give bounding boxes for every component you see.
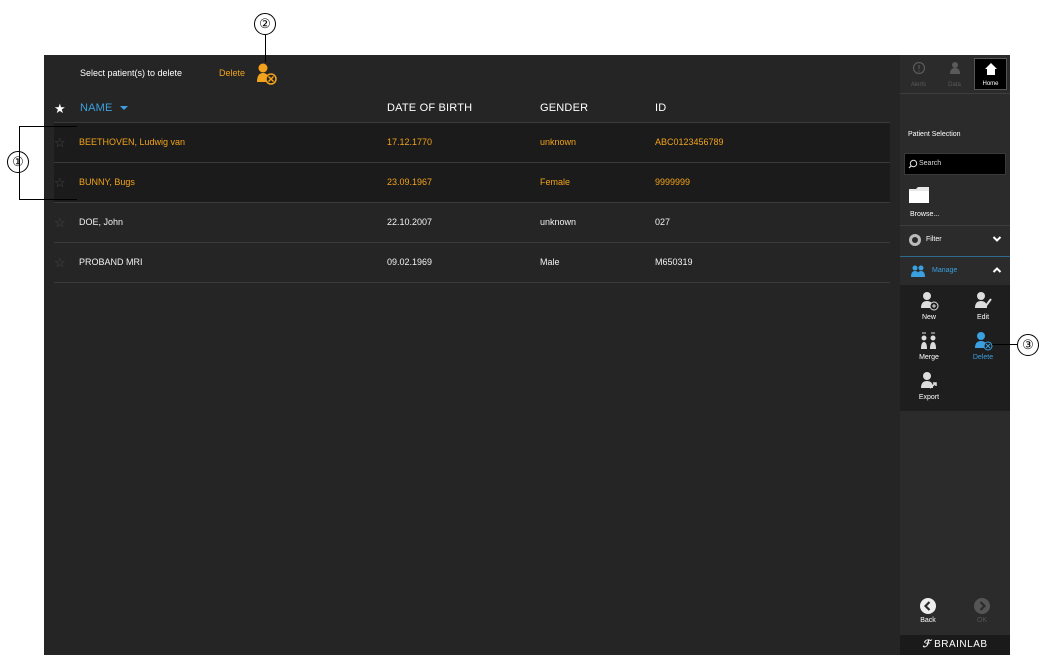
callout-2-leader — [265, 35, 266, 62]
back-button[interactable]: Back — [916, 597, 940, 624]
edit-patient-button[interactable]: Edit — [968, 291, 998, 321]
delete-mode-bar: Select patient(s) to delete Delete — [44, 55, 900, 93]
callout-3-leader — [992, 344, 1017, 345]
delete-action-label[interactable]: Delete — [219, 68, 245, 78]
sidebar: Alerts Data Home Patient Selection Searc… — [900, 55, 1010, 655]
delete-patient-button[interactable]: Delete — [968, 331, 998, 361]
table-row[interactable]: ☆ DOE, John 22.10.2007 unknown 027 — [54, 203, 890, 243]
home-icon — [984, 63, 997, 75]
table-row[interactable]: ☆ PROBAND MRI 09.02.1969 Male M650319 — [54, 243, 890, 283]
merge-patients-icon — [921, 332, 936, 349]
export-patient-button[interactable]: Export — [914, 371, 944, 401]
callout-1-bracket — [19, 126, 20, 200]
forward-arrow-icon — [974, 598, 990, 614]
favorite-column-star-icon[interactable]: ★ — [54, 101, 66, 117]
patient-gender: Female — [540, 177, 571, 187]
callout-1-bracket — [19, 126, 77, 127]
row-divider — [54, 282, 890, 283]
table-row[interactable]: ☆ BUNNY, Bugs 23.09.1967 Female 9999999 — [54, 163, 890, 203]
patient-dob: 23.09.1967 — [387, 177, 433, 187]
bottom-navigation: Back OK — [900, 592, 1010, 632]
delete-patient-icon[interactable] — [254, 62, 278, 91]
brainlab-logo: ℱ BRAINLAB — [900, 635, 1010, 655]
patient-name: PROBAND MRI — [79, 257, 143, 267]
patient-id: 027 — [655, 217, 671, 227]
filter-icon — [909, 234, 921, 246]
tab-home[interactable]: Home — [974, 58, 1007, 90]
callout-1-bracket — [19, 199, 77, 200]
callout-3: ③ — [1017, 334, 1039, 356]
patient-id: 9999999 — [655, 177, 691, 187]
callout-1: ① — [7, 151, 29, 173]
favorite-star-icon[interactable]: ☆ — [54, 255, 66, 271]
callout-2: ② — [254, 13, 276, 35]
browse-button[interactable]: Browse... — [908, 185, 939, 218]
patient-id: ABC0123456789 — [655, 137, 724, 147]
delete-prompt: Select patient(s) to delete — [80, 68, 183, 78]
divider — [900, 93, 1010, 94]
patient-name: DOE, John — [79, 217, 124, 227]
column-header-dob[interactable]: DATE OF BIRTH — [387, 102, 472, 114]
manage-toggle[interactable]: Manage — [900, 256, 1010, 285]
patient-gender: unknown — [540, 217, 577, 227]
column-header-name[interactable]: NAME — [80, 102, 129, 114]
folder-icon — [909, 187, 929, 203]
patient-dob: 22.10.2007 — [387, 217, 433, 227]
patient-data-icon — [949, 62, 960, 74]
column-header-id[interactable]: ID — [655, 102, 666, 114]
edit-patient-icon — [975, 292, 992, 308]
new-patient-button[interactable]: New — [914, 291, 944, 321]
filter-toggle[interactable]: Filter — [900, 226, 1010, 254]
section-title: Patient Selection — [908, 131, 961, 138]
merge-patients-button[interactable]: Merge — [914, 331, 944, 361]
patient-dob: 17.12.1770 — [387, 137, 433, 147]
add-patient-icon — [921, 292, 939, 311]
export-patient-icon — [921, 372, 937, 389]
search-icon — [908, 159, 918, 169]
favorite-star-icon[interactable]: ☆ — [54, 215, 66, 231]
back-arrow-icon — [920, 598, 936, 614]
top-tabs: Alerts Data Home — [900, 55, 1010, 93]
sort-descending-icon — [119, 106, 128, 111]
patient-name: BEETHOVEN, Ludwig van — [79, 137, 186, 147]
ok-button[interactable]: OK — [970, 597, 994, 624]
column-header-gender[interactable]: GENDER — [540, 102, 588, 114]
patient-gender: Male — [540, 257, 560, 267]
patient-id: M650319 — [655, 257, 693, 267]
manage-users-icon — [911, 265, 925, 277]
table-header: ★ NAME DATE OF BIRTH GENDER ID — [44, 93, 890, 123]
chevron-up-icon — [992, 267, 1002, 273]
table-row[interactable]: ☆ BEETHOVEN, Ludwig van 17.12.1770 unkno… — [54, 123, 890, 163]
tab-alerts[interactable]: Alerts — [902, 58, 935, 90]
favorite-star-icon[interactable]: ☆ — [54, 135, 66, 151]
brainlab-mark-icon: ℱ — [922, 639, 931, 650]
tab-data[interactable]: Data — [938, 58, 971, 90]
app-window: Select patient(s) to delete Delete ★ NAM… — [44, 55, 1010, 655]
manage-panel: New Edit Merge Delete Export — [900, 285, 1010, 411]
patient-dob: 09.02.1969 — [387, 257, 433, 267]
search-input[interactable]: Search — [904, 153, 1006, 175]
chevron-down-icon — [992, 236, 1002, 242]
patient-list-panel: Select patient(s) to delete Delete ★ NAM… — [44, 55, 900, 655]
alert-icon — [912, 61, 925, 75]
patient-gender: unknown — [540, 137, 577, 147]
patient-name: BUNNY, Bugs — [79, 177, 135, 187]
delete-patient-icon — [975, 332, 993, 351]
favorite-star-icon[interactable]: ☆ — [54, 175, 66, 191]
